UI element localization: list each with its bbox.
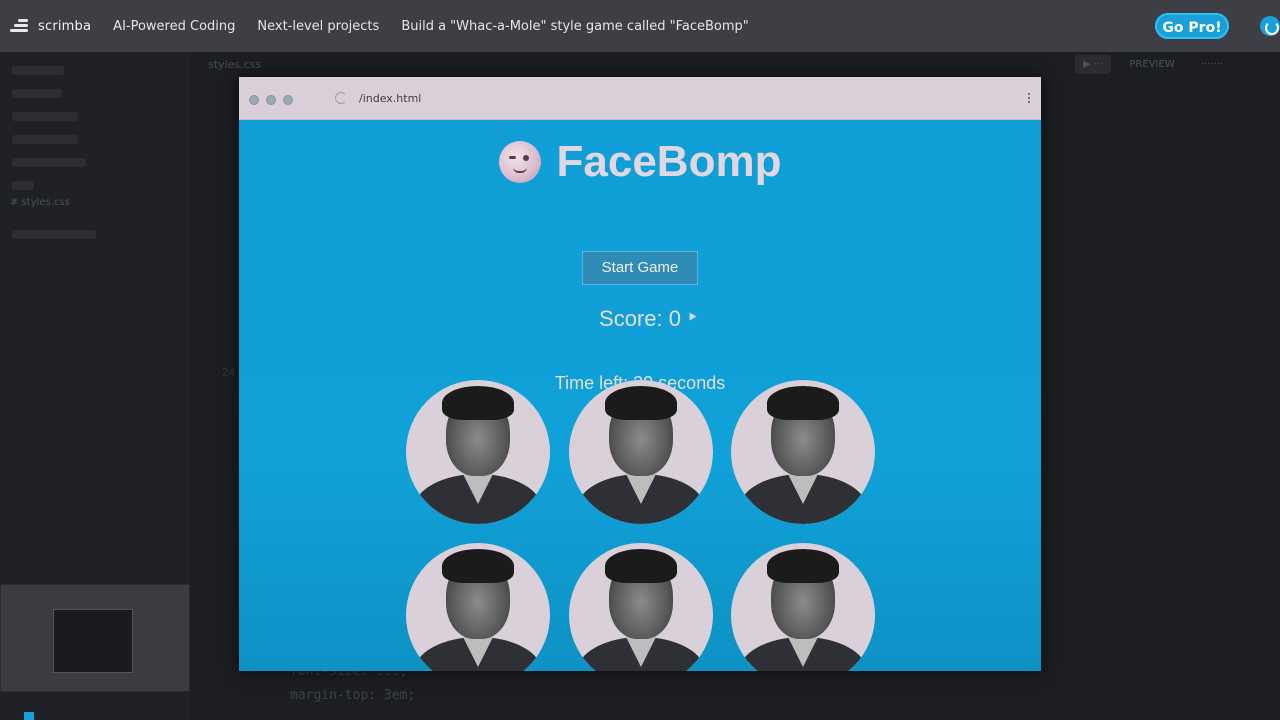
url-field[interactable]: /index.html	[359, 92, 421, 105]
mole-hole[interactable]	[406, 380, 550, 524]
breadcrumb-course[interactable]: AI-Powered Coding	[113, 19, 235, 34]
score-label: Score:	[599, 306, 669, 331]
game-header: FaceBomp	[239, 137, 1041, 187]
scrimba-logo[interactable]: scrimba	[10, 18, 91, 34]
browser-toolbar: /index.html	[239, 77, 1041, 120]
file-tree-item-styles[interactable]: # styles.css	[10, 197, 190, 208]
breadcrumb-lesson[interactable]: Build a "Whac-a-Mole" style game called …	[401, 19, 748, 34]
file-tree-item[interactable]	[12, 135, 78, 144]
winking-face-icon	[498, 141, 541, 183]
start-game-button[interactable]: Start Game	[582, 251, 698, 285]
logo-text: scrimba	[38, 18, 92, 34]
score-display: Score: 0	[239, 306, 1041, 332]
run-button[interactable]: ▶ ···	[1075, 55, 1112, 74]
reload-icon[interactable]	[335, 92, 347, 104]
pause-icon[interactable]	[24, 712, 34, 720]
mole-hole[interactable]	[731, 380, 875, 524]
window-dot-icon[interactable]	[266, 95, 276, 105]
line-number: 24	[222, 366, 236, 379]
mole-hole[interactable]	[731, 543, 875, 671]
file-tree-item[interactable]	[12, 66, 64, 75]
go-pro-button[interactable]: Go Pro!	[1155, 13, 1229, 39]
mole-hole[interactable]	[406, 543, 550, 671]
mole-hole[interactable]	[569, 543, 713, 671]
mouse-cursor-icon	[689, 312, 697, 321]
file-tree-item[interactable]	[12, 158, 86, 167]
editor-tab[interactable]: styles.css	[208, 58, 261, 71]
file-tree-item[interactable]	[12, 230, 96, 239]
preview-browser-window: /index.html FaceBomp Start Game Score: 0…	[239, 77, 1041, 671]
facebomp-game: FaceBomp Start Game Score: 0 Time left: …	[239, 120, 1041, 671]
power-icon[interactable]	[1260, 16, 1280, 36]
console-tab[interactable]: ·······	[1193, 55, 1231, 74]
game-title: FaceBomp	[556, 137, 782, 186]
webcam-preview	[53, 609, 133, 673]
file-tree-item[interactable]	[12, 181, 34, 190]
file-tree-item[interactable]	[12, 112, 78, 121]
video-thumbnail[interactable]	[0, 584, 190, 692]
mole-hole[interactable]	[569, 380, 713, 524]
window-dot-icon[interactable]	[249, 95, 259, 105]
file-tree-item[interactable]	[12, 89, 62, 98]
preview-tab[interactable]: PREVIEW	[1121, 55, 1182, 74]
preview-tabs: ▶ ··· PREVIEW ·······	[1075, 55, 1231, 74]
scrimba-logo-icon	[10, 18, 30, 34]
code-line[interactable]: margin-top: 3em;	[290, 688, 415, 703]
more-menu-icon[interactable]	[1028, 93, 1031, 105]
top-navigation-bar: scrimba AI-Powered Coding Next-level pro…	[0, 0, 1280, 52]
score-value: 0	[668, 306, 681, 331]
breadcrumb-module[interactable]: Next-level projects	[257, 19, 379, 34]
window-dot-icon[interactable]	[283, 95, 293, 105]
